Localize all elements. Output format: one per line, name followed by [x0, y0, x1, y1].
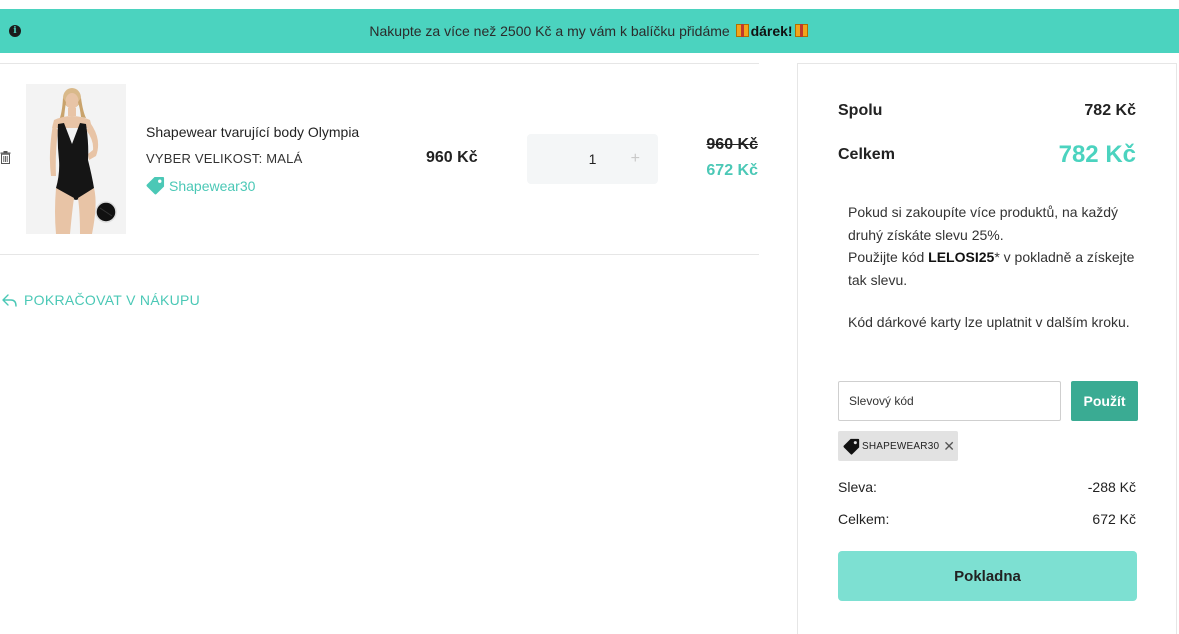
product-name[interactable]: Shapewear tvarující body Olympia — [146, 124, 359, 140]
banner-message-bold: dárek! — [750, 23, 793, 39]
discount-value: -288 Kč — [1087, 479, 1136, 495]
order-summary-panel: Spolu 782 Kč Celkem 782 Kč Pokud si zako… — [797, 63, 1177, 634]
product-variant: VYBER VELIKOST: MALÁ — [146, 151, 303, 166]
original-price: 960 Kč — [706, 136, 758, 153]
product-photo-illustration — [26, 84, 126, 234]
product-coupon-tag: Shapewear30 — [146, 176, 255, 195]
remove-coupon-icon[interactable]: ✕ — [943, 438, 955, 455]
discounted-price: 672 Kč — [706, 162, 758, 179]
gift-card-note: Kód dárkové karty lze uplatnit v dalším … — [848, 314, 1130, 330]
product-image[interactable] — [26, 84, 126, 234]
free-gift-banner: i Nakupte za více než 2500 Kč a my vám k… — [0, 9, 1179, 53]
unit-price: 960 Kč — [426, 149, 478, 166]
subtotal-row: Spolu 782 Kč — [838, 102, 1136, 120]
quantity-stepper[interactable]: 1 + — [527, 134, 658, 184]
apply-coupon-button[interactable]: Použít — [1071, 381, 1138, 421]
final-total-label: Celkem: — [838, 511, 890, 527]
total-label: Celkem — [838, 146, 895, 163]
trash-icon[interactable] — [0, 151, 11, 164]
final-total-value: 672 Kč — [1092, 511, 1136, 527]
divider — [0, 63, 759, 64]
banner-message-text: Nakupte za více než 2500 Kč a my vám k b… — [369, 23, 734, 39]
promo-line-2-prefix: Použijte kód — [848, 249, 929, 265]
continue-shopping-label[interactable]: POKRAČOVAT V NÁKUPU — [24, 292, 200, 308]
promo-code: LELOSI25 — [928, 249, 995, 265]
tag-icon — [146, 176, 165, 195]
divider — [0, 254, 759, 255]
discount-label: Sleva: — [838, 479, 877, 495]
applied-coupon-chip: SHAPEWEAR30 ✕ — [838, 431, 958, 461]
subtotal-value: 782 Kč — [1084, 102, 1136, 119]
applied-coupon-code: SHAPEWEAR30 — [862, 440, 940, 452]
gift-icon — [735, 24, 749, 37]
gift-icon — [794, 24, 808, 37]
discount-row: Sleva: -288 Kč — [838, 479, 1136, 495]
total-value: 782 Kč — [1058, 141, 1136, 168]
total-row: Celkem 782 Kč — [838, 141, 1136, 169]
reply-arrow-icon — [2, 293, 17, 307]
coupon-code-input[interactable] — [838, 381, 1061, 421]
quantity-increase-button[interactable]: + — [631, 134, 640, 184]
continue-shopping-link[interactable]: POKRAČOVAT V NÁKUPU — [2, 292, 200, 308]
subtotal-label: Spolu — [838, 102, 883, 119]
product-coupon-label: Shapewear30 — [169, 177, 256, 194]
promo-line-1: Pokud si zakoupíte více produktů, na kaž… — [848, 204, 1119, 243]
tag-icon — [843, 438, 860, 455]
checkout-button[interactable]: Pokladna — [838, 551, 1137, 601]
final-total-row: Celkem: 672 Kč — [838, 511, 1136, 527]
promo-info: Pokud si zakoupíte více produktů, na kaž… — [848, 201, 1138, 291]
banner-message: Nakupte za více než 2500 Kč a my vám k b… — [0, 9, 1179, 53]
